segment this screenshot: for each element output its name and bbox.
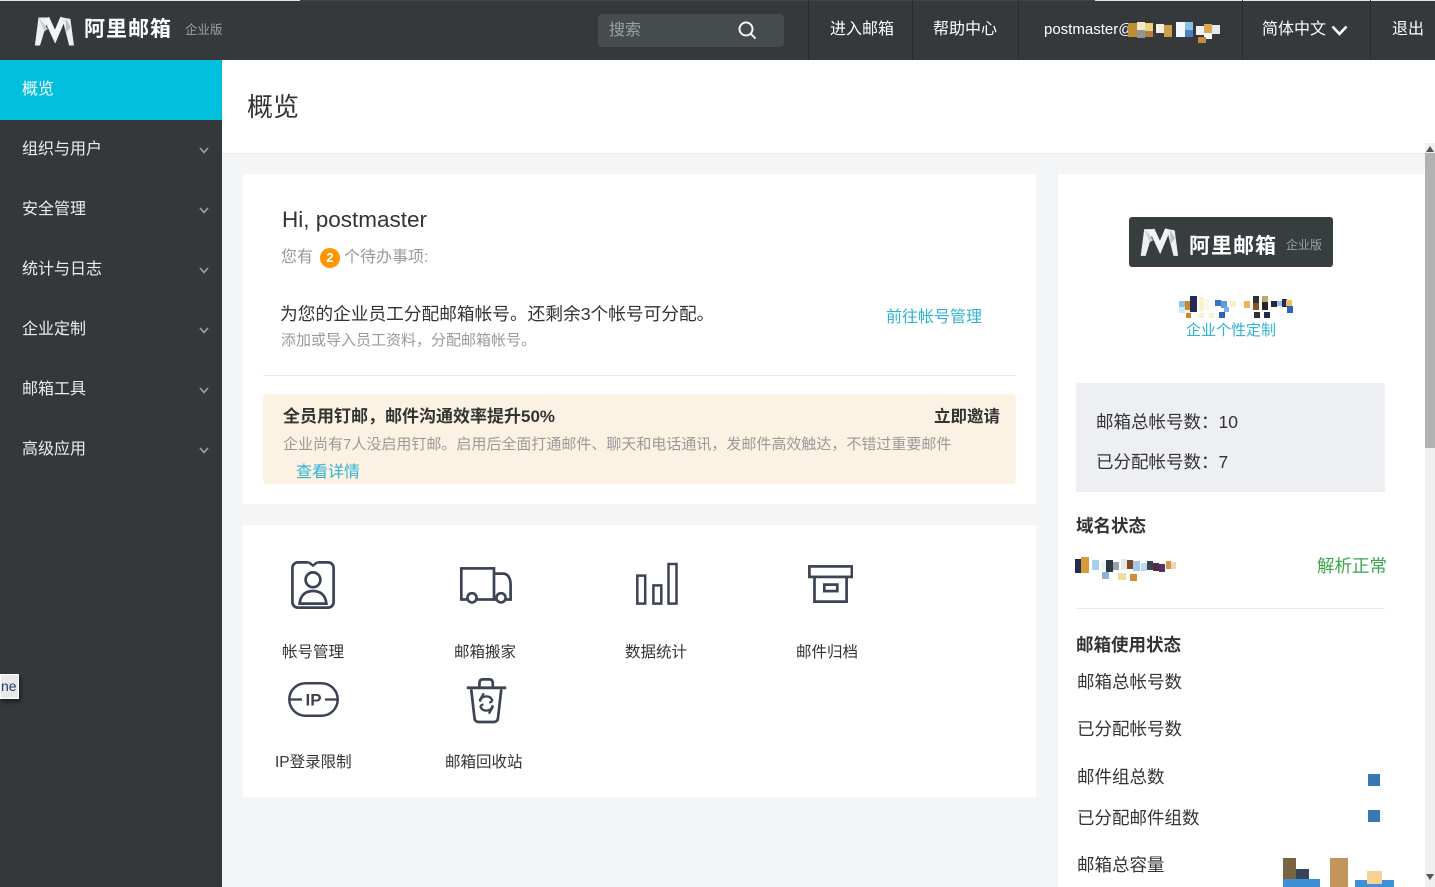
svg-text:IP: IP xyxy=(305,691,321,710)
